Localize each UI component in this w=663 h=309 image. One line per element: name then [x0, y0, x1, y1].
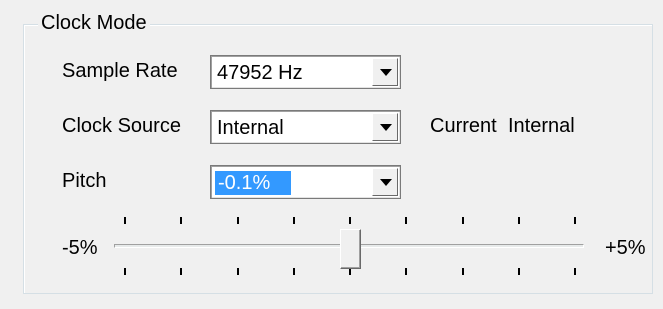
slider-tick	[124, 217, 126, 224]
slider-tick	[405, 268, 408, 275]
current-source-label: Current	[430, 115, 497, 137]
slider-max-label: +5%	[605, 237, 646, 259]
slider-tick	[461, 217, 464, 224]
slider-tick	[180, 217, 183, 224]
slider-tick	[180, 268, 183, 275]
pitch-slider-thumb[interactable]	[340, 229, 361, 269]
slider-tick	[349, 217, 351, 224]
sample-rate-dropdown[interactable]: 47952 Hz	[210, 55, 401, 89]
clock-source-dropdown-button[interactable]	[372, 113, 398, 141]
slider-tick	[461, 268, 464, 275]
slider-tick	[574, 217, 576, 224]
chevron-down-icon	[380, 124, 392, 131]
slider-tick	[349, 268, 351, 275]
clock-source-dropdown[interactable]: Internal	[210, 110, 401, 144]
slider-tick	[292, 217, 295, 224]
slider-tick	[405, 217, 408, 224]
slider-tick	[292, 268, 295, 275]
pitch-value[interactable]: -0.1%	[214, 170, 292, 196]
chevron-down-icon	[380, 69, 392, 76]
clock-mode-title: Clock Mode	[38, 10, 150, 36]
sample-rate-dropdown-button[interactable]	[372, 58, 398, 86]
clock-source-value: Internal	[217, 117, 284, 139]
pitch-dropdown-button[interactable]	[372, 168, 398, 196]
sample-rate-label: Sample Rate	[62, 60, 178, 82]
slider-tick	[517, 217, 520, 224]
slider-tick	[124, 268, 126, 275]
pitch-dropdown[interactable]: -0.1%	[210, 165, 401, 199]
chevron-down-icon	[380, 179, 392, 186]
pitch-label: Pitch	[62, 170, 107, 192]
slider-tick	[517, 268, 520, 275]
slider-tick	[236, 217, 239, 224]
sample-rate-value: 47952 Hz	[217, 62, 303, 84]
slider-tick	[236, 268, 239, 275]
slider-tick	[574, 268, 576, 275]
clock-source-label: Clock Source	[62, 115, 181, 137]
slider-min-label: -5%	[62, 237, 98, 259]
current-source-value: Internal	[508, 115, 575, 137]
